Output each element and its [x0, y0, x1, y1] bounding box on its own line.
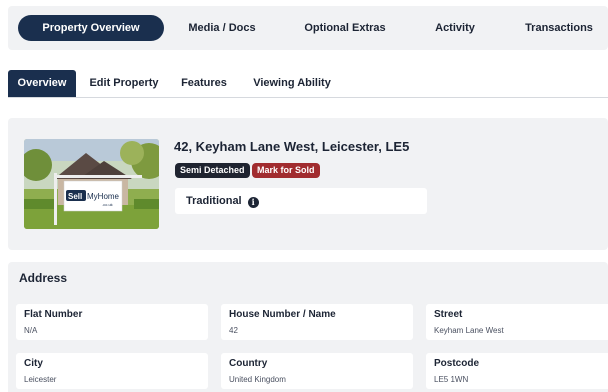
field-street: Street Keyham Lane West — [426, 304, 608, 340]
house-photo-illustration: Sell MyHome .co.uk — [24, 139, 159, 229]
address-card: Address Flat Number N/A House Number / N… — [8, 262, 608, 392]
property-summary-card: Sell MyHome .co.uk 42, Keyham Lane West,… — [8, 118, 608, 250]
subtab-overview[interactable]: Overview — [8, 70, 76, 97]
tab-property-overview[interactable]: Property Overview — [18, 15, 164, 41]
info-icon[interactable]: i — [247, 197, 259, 208]
sign-brand-tld: .co.uk — [102, 202, 113, 207]
field-value: Keyham Lane West — [434, 326, 504, 335]
field-city: City Leicester — [16, 353, 208, 389]
field-label: Postcode — [434, 358, 480, 369]
subtab-features[interactable]: Features — [176, 70, 232, 97]
property-address-title: 42, Keyham Lane West, Leicester, LE5 — [174, 139, 410, 154]
field-value: 42 — [229, 326, 238, 335]
property-style-label: Traditional — [186, 195, 242, 207]
field-label: Flat Number — [24, 309, 83, 320]
tab-media-docs[interactable]: Media / Docs — [174, 15, 270, 41]
property-photo[interactable]: Sell MyHome .co.uk — [24, 139, 159, 229]
field-flat-number: Flat Number N/A — [16, 304, 208, 340]
field-value: LE5 1WN — [434, 375, 469, 384]
property-type-badge: Semi Detached — [175, 163, 250, 178]
status-badge: Mark for Sold — [252, 163, 320, 178]
field-value: Leicester — [24, 375, 57, 384]
field-value: N/A — [24, 326, 38, 335]
subtab-edit-property[interactable]: Edit Property — [84, 70, 164, 97]
field-country: Country United Kingdom — [221, 353, 413, 389]
tab-optional-extras[interactable]: Optional Extras — [290, 15, 400, 41]
tab-activity[interactable]: Activity — [420, 15, 490, 41]
field-house-number: House Number / Name 42 — [221, 304, 413, 340]
property-style-box: Traditional i — [175, 188, 427, 214]
sign-brand-left: Sell — [68, 192, 82, 201]
field-label: House Number / Name — [229, 309, 336, 320]
top-navigation: Property Overview Media / Docs Optional … — [8, 6, 608, 50]
field-value: United Kingdom — [229, 375, 286, 384]
address-heading: Address — [19, 271, 68, 285]
field-label: Street — [434, 309, 463, 320]
field-label: City — [24, 358, 43, 369]
field-label: Country — [229, 358, 268, 369]
sign-brand-right: MyHome — [87, 192, 120, 201]
subtab-viewing-ability[interactable]: Viewing Ability — [244, 70, 340, 97]
tab-transactions[interactable]: Transactions — [510, 15, 608, 41]
sub-tabs: Overview Edit Property Features Viewing … — [8, 70, 608, 98]
field-postcode: Postcode LE5 1WN — [426, 353, 608, 389]
